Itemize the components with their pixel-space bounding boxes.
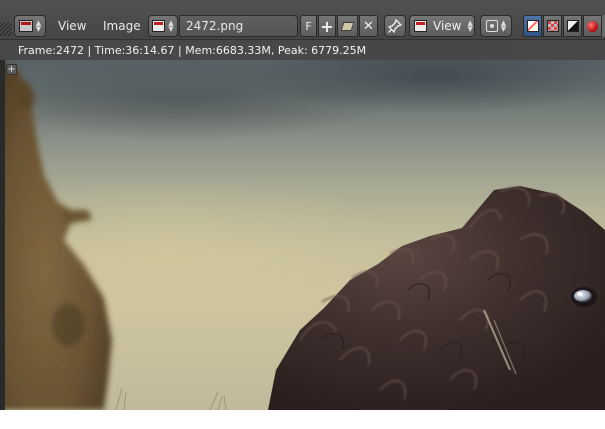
dropdown-arrows-icon: ▲ ▼ [500,19,507,33]
wooden-post [0,60,112,410]
image-viewport[interactable]: Frame:2472 | Time:36:14.67 | Mem:6683.33… [0,40,605,410]
draw-channel-color-button[interactable] [523,15,542,37]
package-icon [340,21,355,31]
mode-select[interactable]: View ▲ ▼ [409,15,475,37]
color-channel-icon [526,20,539,32]
plus-icon: + [320,16,334,36]
alpha-channel-icon [546,20,559,32]
dropdown-arrows-icon: ▲ ▼ [35,19,42,33]
dropdown-arrows-icon: ▲ ▼ [467,19,473,33]
rendered-image [0,60,605,410]
draw-channel-z-button[interactable] [563,15,582,37]
close-icon: ✕ [363,18,374,34]
region-edge [0,60,5,410]
menu-image[interactable]: Image [103,19,141,33]
image-name-field[interactable]: 2472.png [179,15,298,37]
editor-type-menu[interactable]: ▲ ▼ [14,15,46,37]
pivot-point-menu[interactable]: ▲ ▼ [480,15,512,37]
pivot-icon [485,20,498,32]
empty-margin [0,410,605,429]
record-icon [587,20,598,32]
image-icon [152,20,166,32]
pin-icon [388,19,402,33]
fake-user-label: F [305,19,312,33]
image-editor-window: ▲ ▼ View Image ▲ ▼ 2472.png F + ✕ View ▲… [0,0,605,429]
view-mode-label: View [433,19,462,33]
area-split-handle[interactable] [0,22,12,36]
properties-toggle-icon[interactable]: + [6,64,17,75]
image-editor-icon [18,20,33,32]
z-buffer-icon [566,20,579,32]
render-info-text: Frame:2472 | Time:36:14.67 | Mem:6683.33… [18,44,367,57]
unlink-image-button[interactable]: ✕ [359,15,378,37]
dropdown-arrows-icon: ▲ ▼ [168,19,174,33]
draw-channel-alpha-button[interactable] [543,15,562,37]
pin-image-button[interactable] [384,15,406,37]
new-image-button[interactable]: + [318,15,336,37]
menu-view[interactable]: View [58,19,86,33]
image-editor-header: ▲ ▼ View Image ▲ ▼ 2472.png F + ✕ View ▲… [0,0,605,40]
fake-user-button[interactable]: F [300,15,317,37]
render-info-bar: Frame:2472 | Time:36:14.67 | Mem:6683.33… [0,40,605,60]
view-mode-icon [414,20,427,32]
image-name-text: 2472.png [186,19,244,33]
pack-image-button[interactable] [337,15,358,37]
curly-creature [115,186,605,410]
render-slot-button[interactable] [583,15,602,37]
browse-image-button[interactable]: ▲ ▼ [148,15,178,37]
